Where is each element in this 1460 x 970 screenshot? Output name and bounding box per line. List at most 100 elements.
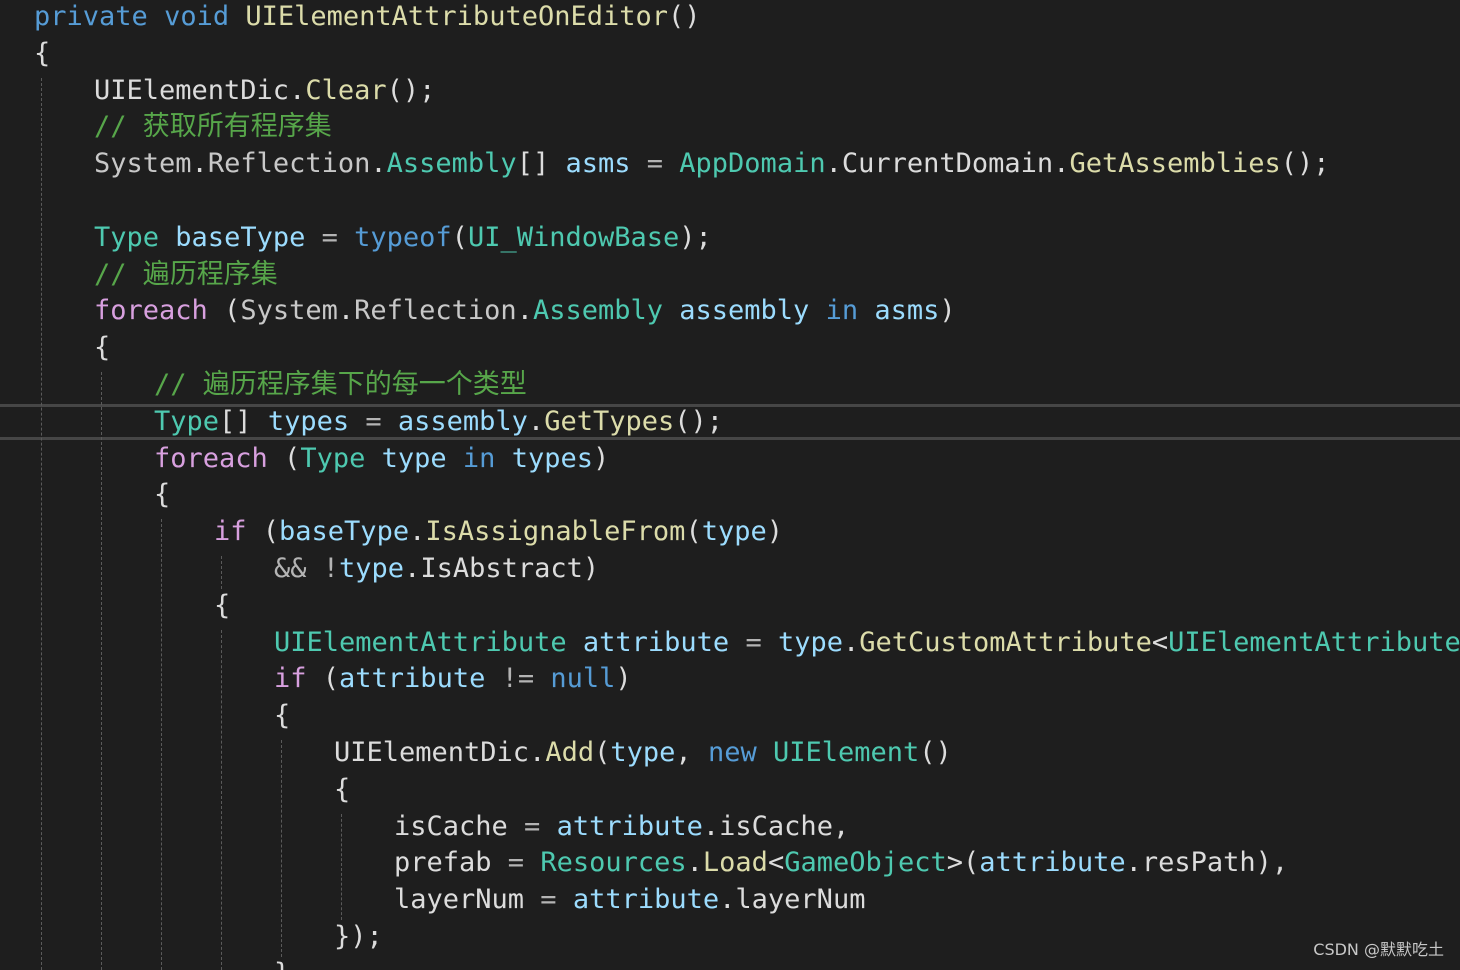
code-token: (: [207, 295, 241, 327]
code-token: types: [511, 442, 593, 474]
code-token: <: [1151, 626, 1169, 658]
code-token: UIElement: [772, 737, 920, 768]
code-token: .: [529, 737, 546, 768]
code-token: baseType: [175, 221, 306, 253]
indent-guide: [101, 372, 102, 970]
code-line[interactable]: Type[] types = assembly.GetTypes();: [154, 405, 723, 439]
code-line[interactable]: // 获取所有程序集: [94, 110, 332, 144]
code-line[interactable]: {: [214, 589, 230, 623]
code-token: assembly: [679, 295, 810, 327]
indent-guide: [221, 556, 222, 589]
code-token: foreach: [154, 442, 268, 474]
code-token: attribute: [979, 847, 1126, 879]
code-token: UI_WindowBase: [467, 221, 680, 253]
code-token: AppDomain: [679, 148, 826, 180]
code-token: Assembly: [532, 295, 663, 327]
watermark: CSDN @默默吃土: [1313, 940, 1444, 959]
code-token: prefab: [394, 847, 492, 879]
code-token: System: [240, 295, 338, 327]
code-token: ();: [386, 74, 436, 106]
code-line[interactable]: if (baseType.IsAssignableFrom(type): [214, 515, 783, 549]
code-line[interactable]: {: [274, 699, 290, 733]
code-token: ();: [674, 405, 724, 437]
code-line[interactable]: UIElementDic.Add(type, new UIElement(): [334, 736, 952, 770]
code-token: // 遍历程序集下的每一个类型: [154, 369, 527, 400]
code-token: {: [94, 332, 111, 364]
code-token: ,: [675, 737, 708, 768]
code-token: Add: [545, 737, 595, 768]
code-token: ): [939, 295, 956, 327]
code-token: type: [339, 553, 405, 584]
code-line[interactable]: {: [334, 773, 350, 807]
code-line[interactable]: {: [34, 37, 50, 71]
code-line[interactable]: foreach (System.Reflection.Assembly asse…: [94, 294, 956, 328]
code-line[interactable]: prefab = Resources.Load<GameObject>(attr…: [394, 846, 1288, 880]
code-token: .: [719, 884, 736, 916]
code-token: baseType: [279, 516, 410, 548]
code-token: []: [516, 148, 566, 180]
code-token: layerNum: [394, 884, 525, 916]
code-token: ): [592, 442, 610, 474]
code-editor[interactable]: private void UIElementAttributeOnEditor(…: [0, 0, 1460, 970]
code-line[interactable]: Type baseType = typeof(UI_WindowBase);: [94, 221, 712, 255]
code-token: UIElementAttribute: [274, 626, 567, 658]
code-line[interactable]: private void UIElementAttributeOnEditor(…: [34, 0, 701, 34]
code-line[interactable]: // 遍历程序集下的每一个类型: [154, 368, 527, 402]
code-token: .: [686, 847, 703, 879]
code-token: // 遍历程序集: [94, 258, 278, 290]
code-line[interactable]: }: [274, 957, 290, 970]
code-token: attribute: [572, 884, 720, 916]
code-token: .: [337, 295, 355, 327]
indent-guide: [221, 629, 222, 970]
code-token: in: [825, 295, 859, 327]
code-line[interactable]: layerNum = attribute.layerNum: [394, 883, 865, 917]
code-token: assembly: [397, 405, 528, 437]
code-token: resPath: [1141, 847, 1256, 879]
code-token: isCache: [394, 810, 508, 842]
code-token: Clear: [305, 74, 387, 106]
code-line[interactable]: UIElementAttribute attribute = type.GetC…: [274, 626, 1460, 660]
code-token: attribute: [556, 810, 703, 842]
code-token: in: [462, 442, 496, 474]
code-line[interactable]: foreach (Type type in types): [154, 442, 609, 476]
code-token: System: [94, 148, 192, 180]
code-line[interactable]: });: [334, 920, 383, 954]
code-token: private: [34, 1, 148, 32]
code-token: type: [701, 516, 767, 548]
code-token: (: [451, 221, 468, 253]
code-line[interactable]: {: [154, 478, 170, 512]
code-token: void: [164, 1, 230, 32]
code-token: (: [246, 516, 280, 548]
code-line[interactable]: && !type.IsAbstract): [274, 552, 599, 586]
code-token: IsAssignableFrom: [425, 516, 686, 548]
code-token: layerNum: [735, 884, 866, 916]
code-token: type: [777, 626, 843, 658]
code-token: <: [767, 847, 785, 879]
indent-guide: [161, 519, 162, 970]
code-token: >(: [946, 847, 980, 879]
code-token: {: [334, 773, 351, 805]
code-token: asms: [874, 295, 940, 327]
code-token: .: [404, 553, 421, 584]
code-line[interactable]: UIElementDic.Clear();: [94, 74, 435, 108]
code-token: .: [843, 626, 860, 658]
code-token: ();: [1280, 148, 1330, 180]
code-token: types: [267, 405, 350, 437]
code-token: =: [305, 221, 355, 253]
code-line[interactable]: if (attribute != null): [274, 662, 632, 696]
code-line[interactable]: {: [94, 331, 110, 365]
code-token: {: [274, 700, 291, 732]
code-token: && !: [274, 553, 340, 584]
code-line[interactable]: // 遍历程序集: [94, 258, 278, 292]
code-line[interactable]: isCache = attribute.isCache,: [394, 810, 849, 844]
code-line[interactable]: System.Reflection.Assembly[] asms = AppD…: [94, 147, 1330, 181]
code-token: asms: [565, 148, 631, 180]
code-token: =: [491, 847, 541, 879]
